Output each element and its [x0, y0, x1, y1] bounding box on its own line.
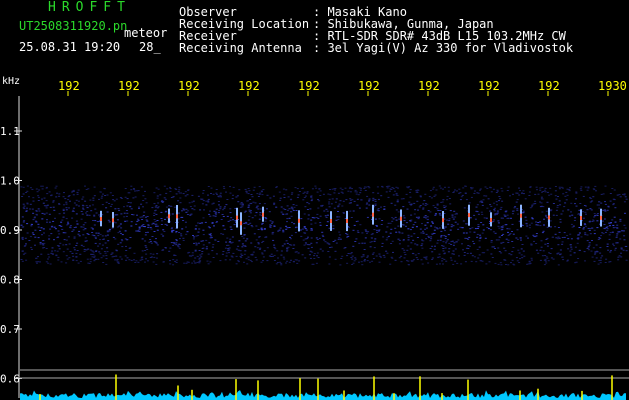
x-tick-label: 192 [118, 79, 140, 93]
meteor-echo-peak [490, 218, 492, 222]
meteor-echo-peak [236, 215, 238, 220]
meteor-echo-peak [330, 219, 332, 223]
meteor-echo-peak [442, 218, 444, 223]
meteor-echo-peak [580, 216, 582, 220]
meteor-echo-peak [100, 217, 102, 221]
meteor-echo-peak [112, 218, 114, 223]
meteor-echo-peak [168, 214, 170, 219]
x-tick-label: 192 [238, 79, 260, 93]
signal-trace [20, 390, 626, 400]
meteor-echo-peak [262, 212, 264, 217]
meteor-echo-peak [176, 214, 178, 219]
meteor-echo-peak [346, 219, 348, 223]
spectrogram-chart: kHz 192 192 192 192 192 192 192 192 192 19301.11.0… [0, 76, 629, 400]
x-tick-label: 192 [538, 79, 560, 93]
meteor-echo-peak [600, 215, 602, 220]
noise-band [20, 185, 628, 266]
x-tick-label: 192 [178, 79, 200, 93]
x-tick-label: 192 [478, 79, 500, 93]
meteor-echo-peak [548, 215, 550, 220]
meteor-echo-peak [372, 212, 374, 217]
meteor-echo-peak [468, 213, 470, 218]
x-tick-label: 192 [358, 79, 380, 93]
y-axis-label: kHz [2, 76, 20, 87]
meteor-echo-peak [520, 213, 522, 218]
x-tick-label: 192 [58, 79, 80, 93]
meteor-echo-peak [400, 216, 402, 221]
x-tick-label: 192 [298, 79, 320, 93]
x-tick-label: 192 [418, 79, 440, 93]
meteor-echo-peak [240, 221, 242, 226]
x-tick-label: 1930 [598, 79, 627, 93]
meteor-echo-peak [298, 218, 300, 223]
